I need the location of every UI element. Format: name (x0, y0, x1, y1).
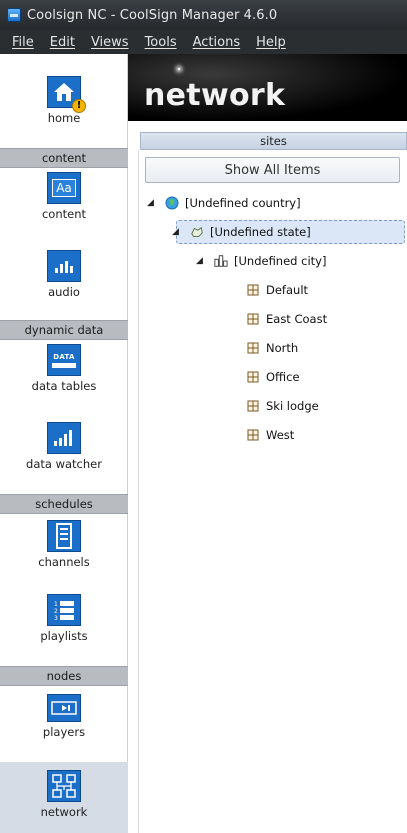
content-icon: Aa (47, 172, 81, 204)
tree-node-city[interactable]: ◢ [Undefined city] (196, 250, 326, 272)
svg-text:1: 1 (54, 601, 58, 608)
site-grid-icon (246, 341, 260, 355)
site-grid-icon (246, 428, 260, 442)
expand-arrow-icon[interactable]: ◢ (147, 198, 157, 208)
warning-badge-icon: ! (72, 98, 86, 113)
sidebar-item-label: network (40, 805, 88, 819)
tree-node-label: West (266, 428, 295, 442)
tree-node-country[interactable]: ◢ [Undefined country] (147, 192, 301, 214)
site-grid-icon (246, 312, 260, 326)
title-bar: Coolsign NC - CoolSign Manager 4.6.0 (0, 0, 407, 30)
sidebar-item-playlists[interactable]: 1 2 3 playlists (0, 594, 128, 664)
data-watcher-icon (47, 422, 81, 454)
city-buildings-icon (214, 254, 228, 268)
tree-node-site[interactable]: Default (246, 279, 308, 301)
tree-node-site[interactable]: North (246, 337, 298, 359)
tree-node-state[interactable]: ◢ [Undefined state] (172, 221, 311, 243)
sidebar-item-label: home (47, 110, 81, 125)
sidebar-item-home[interactable]: ! home (0, 56, 128, 144)
player-icon (47, 694, 81, 722)
app-icon (7, 8, 21, 22)
svg-text:2: 2 (54, 608, 58, 615)
page-title: network (144, 78, 286, 113)
sidebar-item-channels[interactable]: channels (0, 520, 128, 586)
playlists-icon: 1 2 3 (47, 594, 81, 626)
menu-edit[interactable]: Edit (42, 35, 83, 50)
menu-actions[interactable]: Actions (185, 35, 249, 50)
sidebar: ! home content Aa content audio dynamic … (0, 54, 128, 833)
sidebar-item-label: players (42, 725, 86, 739)
page-header: network (128, 54, 407, 121)
sidebar-item-label: playlists (40, 629, 88, 643)
header-sparkle (178, 68, 180, 70)
sites-panel-header: sites (140, 132, 407, 150)
tree-node-label: North (266, 341, 299, 355)
sidebar-item-label: content (41, 207, 87, 221)
site-grid-icon (246, 370, 260, 384)
section-schedules: schedules (0, 494, 128, 514)
show-all-items-button[interactable]: Show All Items (145, 157, 400, 183)
site-grid-icon (246, 399, 260, 413)
channels-icon (47, 520, 81, 552)
tree-node-label: [Undefined state] (210, 225, 311, 239)
tree-node-label: Ski lodge (266, 399, 319, 413)
audio-icon (47, 250, 81, 282)
sidebar-item-label: data watcher (26, 457, 102, 471)
site-grid-icon (246, 283, 260, 297)
tree-node-label: [Undefined city] (234, 254, 327, 268)
sidebar-item-data-watcher[interactable]: data watcher (0, 422, 128, 494)
sidebar-item-label: data tables (31, 379, 97, 393)
data-table-icon: DATA (47, 344, 81, 376)
sidebar-item-audio[interactable]: audio (0, 250, 128, 320)
svg-text:3: 3 (54, 615, 58, 622)
expand-arrow-icon[interactable]: ◢ (172, 227, 182, 237)
globe-icon (165, 196, 179, 210)
window-title: Coolsign NC - CoolSign Manager 4.6.0 (27, 7, 278, 23)
tree-node-label: East Coast (266, 312, 328, 326)
tree-node-site[interactable]: Ski lodge (246, 395, 319, 417)
map-region-icon (190, 225, 204, 239)
sidebar-item-label: audio (48, 285, 80, 299)
tree-node-site[interactable]: East Coast (246, 308, 327, 330)
tree-node-site[interactable]: West (246, 424, 294, 446)
section-nodes: nodes (0, 666, 128, 686)
section-content: content (0, 148, 128, 168)
network-icon (47, 770, 81, 802)
home-icon: ! (47, 75, 86, 113)
menu-tools[interactable]: Tools (137, 35, 185, 50)
panel-border (138, 150, 139, 833)
sidebar-item-players[interactable]: players (0, 694, 128, 758)
menu-bar: File Edit Views Tools Actions Help (0, 30, 407, 54)
sidebar-item-content[interactable]: Aa content (0, 172, 128, 242)
tree-node-label: Default (266, 283, 309, 297)
sidebar-item-label: channels (38, 555, 90, 569)
tree-node-label: [Undefined country] (185, 196, 301, 210)
sidebar-item-network[interactable]: network (0, 762, 128, 833)
tree-node-site[interactable]: Office (246, 366, 300, 388)
sidebar-item-data-tables[interactable]: DATA data tables (0, 344, 128, 414)
tree-node-label: Office (266, 370, 300, 384)
menu-help[interactable]: Help (248, 35, 294, 50)
menu-views[interactable]: Views (83, 35, 137, 50)
menu-file[interactable]: File (4, 35, 42, 50)
expand-arrow-icon[interactable]: ◢ (196, 256, 206, 266)
section-dynamic-data: dynamic data (0, 320, 128, 340)
